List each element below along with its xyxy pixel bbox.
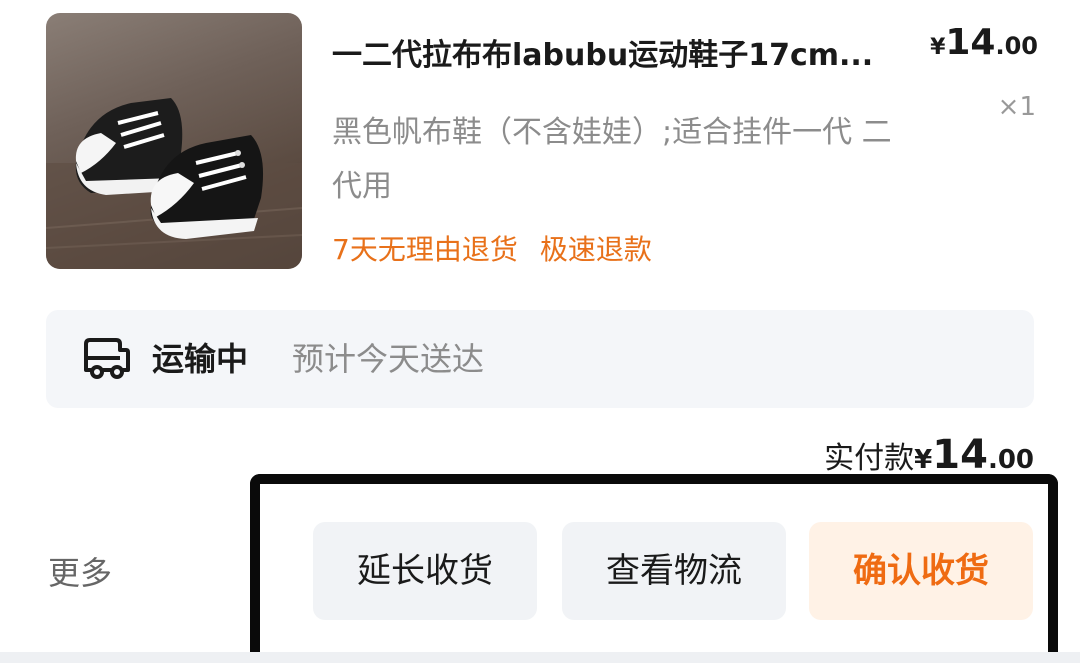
product-variant: 黑色帆布鞋（不含娃娃）;适合挂件一代 二代用 [332,115,892,204]
shipping-status: 运输中 [152,340,249,378]
tag-fast-refund: 极速退款 [539,233,652,266]
confirm-receipt-button[interactable]: 确认收货 [809,522,1033,620]
sneakers-image [46,98,302,269]
paid-integer: 14 [932,432,988,478]
service-tags: 7天无理由退货 极速退款 [332,228,652,268]
price-decimal: .00 [995,32,1038,60]
shipping-status-bar[interactable]: 运输中 预计今天送达 [46,310,1034,408]
quantity: ×1 [997,92,1036,122]
product-thumbnail[interactable] [46,13,302,269]
view-logistics-button[interactable]: 查看物流 [562,522,786,620]
price-currency: ¥ [930,35,946,60]
paid-currency: ¥ [914,445,933,475]
price-integer: 14 [945,22,996,63]
truck-icon [84,338,130,379]
paid-decimal: .00 [987,445,1034,475]
product-title[interactable]: 一二代拉布布labubu运动鞋子17cm... [332,34,922,78]
paid-label: 实付款 [824,441,915,476]
tag-return-policy: 7天无理由退货 [332,233,518,266]
shipping-eta: 预计今天送达 [292,340,485,378]
paid-amount: 实付款¥14.00 [824,432,1034,478]
extend-receipt-button[interactable]: 延长收货 [313,522,537,620]
more-button[interactable]: 更多 [48,550,112,596]
bottom-divider [0,652,1080,663]
unit-price: ¥14.00 [930,22,1038,63]
